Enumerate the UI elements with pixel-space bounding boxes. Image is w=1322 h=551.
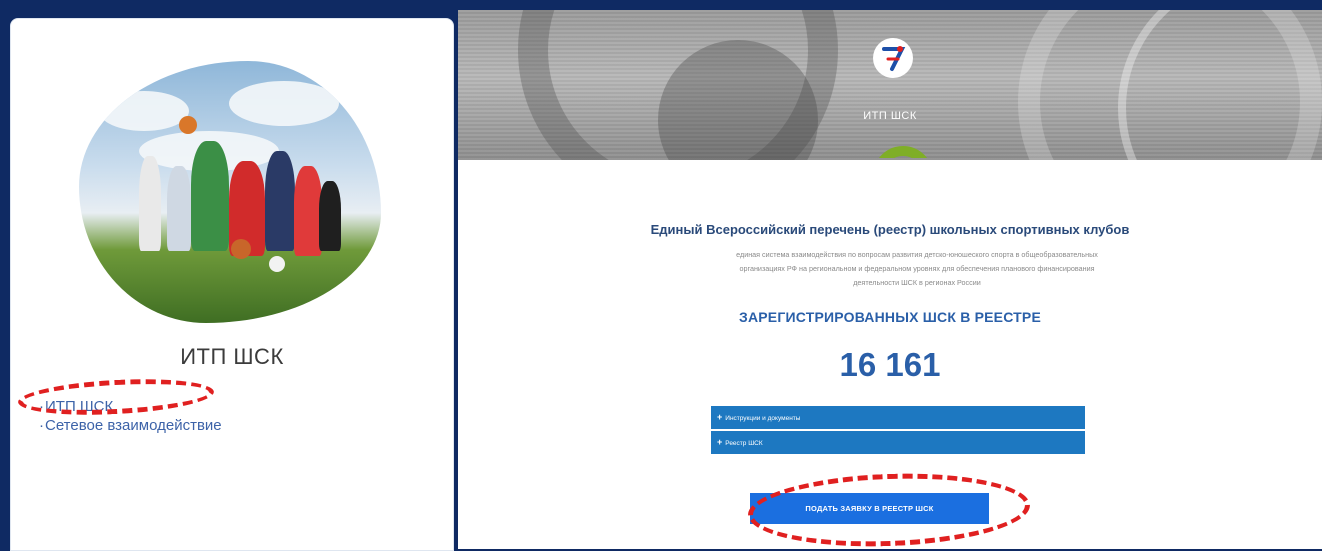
- shsk-logo-icon: [873, 38, 913, 78]
- accordion: + Инструкции и документы + Реестр ШСК: [711, 406, 1085, 456]
- accordion-item-instructions[interactable]: + Инструкции и документы: [711, 406, 1085, 429]
- registered-count: 16 161: [839, 346, 941, 383]
- children-sports-photo: [79, 61, 381, 323]
- plus-icon: +: [717, 437, 723, 447]
- header-banner: ИТП ШСК: [458, 10, 1322, 160]
- registry-description: единая система взаимодействия по вопроса…: [736, 250, 1098, 287]
- registered-heading: ЗАРЕГИСТРИРОВАННЫХ ШСК В РЕЕСТРЕ: [738, 309, 1041, 325]
- accordion-item-registry[interactable]: + Реестр ШСК: [711, 431, 1085, 454]
- banner-title: ИТП ШСК: [863, 110, 917, 122]
- annotation-highlight-oval: [746, 469, 1032, 551]
- itp-shsk-card: ИТП ШСК ·ИТП ШСК ·Сетевое взаимодействие: [10, 18, 454, 551]
- card-title: ИТП ШСК: [180, 344, 284, 369]
- registry-heading: Единый Всероссийский перечень (реестр) ш…: [650, 222, 1130, 237]
- plus-icon: +: [717, 412, 723, 422]
- registry-page: ИТП ШСК Единый Всероссийский перечень (р…: [458, 10, 1322, 551]
- link-network-interaction[interactable]: ·Сетевое взаимодействие: [39, 416, 222, 435]
